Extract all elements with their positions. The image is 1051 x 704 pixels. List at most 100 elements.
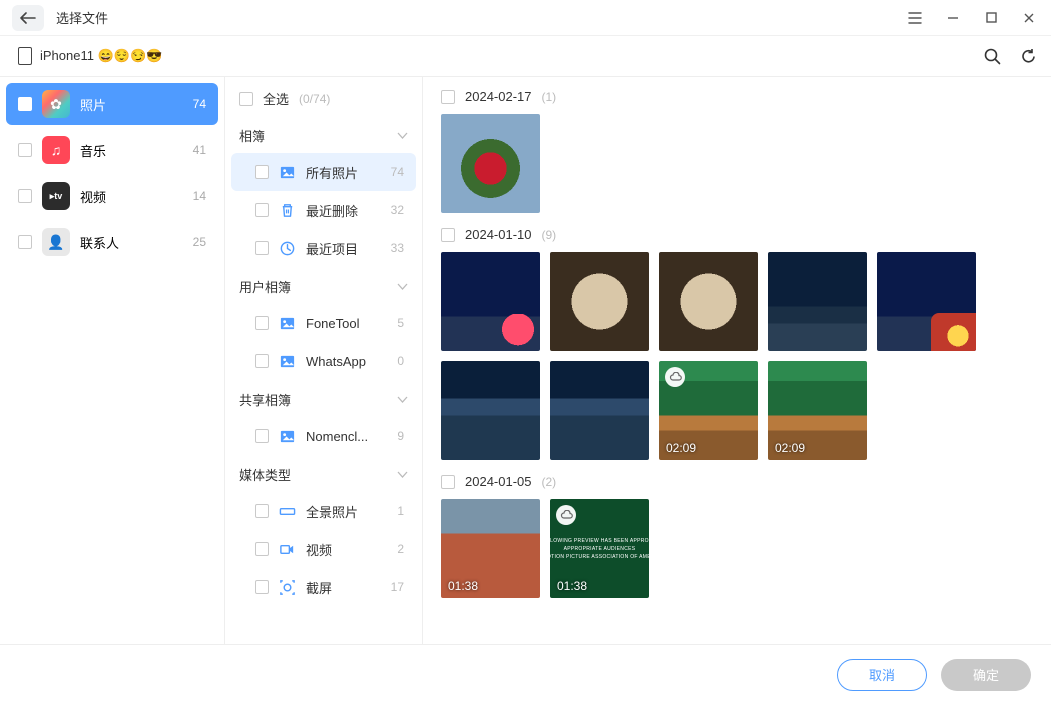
maximize-button[interactable] [973,4,1009,32]
back-button[interactable] [12,5,44,31]
section-title: 共享相簿 [239,390,397,409]
album-label: 所有照片 [306,163,381,182]
album-count: 74 [391,165,404,179]
video-duration: 02:09 [666,441,696,455]
album-count: 2 [397,542,404,556]
photo-icon [279,428,296,445]
section-title: 用户相簿 [239,277,397,296]
photo-thumbnail[interactable] [550,252,649,351]
photo-thumbnail[interactable] [659,252,758,351]
refresh-button[interactable] [1019,47,1037,65]
photo-icon [279,315,296,332]
nav-item-music[interactable]: ♫ 音乐 41 [6,129,218,171]
album-count: 0 [397,354,404,368]
album-section-head[interactable]: 用户相簿 [225,267,422,304]
nav-checkbox[interactable] [18,143,32,157]
nav-count: 41 [193,143,206,157]
album-item[interactable]: 最近项目 33 [231,229,416,267]
hamburger-icon [908,12,922,24]
album-label: WhatsApp [306,354,387,369]
date-group-head[interactable]: 2024-01-10 (9) [441,227,1033,242]
album-item[interactable]: 最近删除 32 [231,191,416,229]
album-label: 最近项目 [306,239,381,258]
nav-count: 74 [193,97,206,111]
nav-label: 联系人 [80,233,193,252]
photo-thumbnail[interactable] [441,361,540,460]
album-checkbox[interactable] [255,316,269,330]
album-checkbox[interactable] [255,429,269,443]
album-count: 5 [397,316,404,330]
cancel-button[interactable]: 取消 [837,659,927,691]
close-icon [1023,12,1035,24]
select-all-count: (0/74) [299,92,330,106]
video-icon: ▸tv [42,182,70,210]
album-checkbox[interactable] [255,504,269,518]
thumbnail-grid: 02:09 02:09 [441,252,1033,460]
album-checkbox[interactable] [255,165,269,179]
nav-checkbox[interactable] [18,97,32,111]
album-checkbox[interactable] [255,354,269,368]
window-controls [897,4,1047,32]
album-item[interactable]: FoneTool 5 [231,304,416,342]
album-checkbox[interactable] [255,241,269,255]
date-checkbox[interactable] [441,228,455,242]
album-item[interactable]: 视频 2 [231,530,416,568]
album-section-head[interactable]: 共享相簿 [225,380,422,417]
album-item[interactable]: 所有照片 74 [231,153,416,191]
date-label: 2024-01-05 [465,474,532,489]
album-item[interactable]: 截屏 17 [231,568,416,606]
album-section-head[interactable]: 相簿 [225,116,422,153]
album-checkbox[interactable] [255,542,269,556]
video-duration: 02:09 [775,441,805,455]
photo-thumbnail[interactable] [441,252,540,351]
photo-grid-panel[interactable]: 2024-02-17 (1) 2024-01-10 (9) 02:0902:09 … [422,77,1051,644]
album-count: 1 [397,504,404,518]
nav-item-video[interactable]: ▸tv 视频 14 [6,175,218,217]
nav-item-photos[interactable]: ✿ 照片 74 [6,83,218,125]
album-item[interactable]: 全景照片 1 [231,492,416,530]
cloud-badge [665,367,685,387]
select-all-row[interactable]: 全选 (0/74) [225,77,422,116]
video-thumbnail[interactable]: 02:09 [768,361,867,460]
nav-checkbox[interactable] [18,235,32,249]
video-duration: 01:38 [448,579,478,593]
select-all-checkbox[interactable] [239,92,253,106]
album-item[interactable]: WhatsApp 0 [231,342,416,380]
device-name: iPhone11 😄😌😏😎 [40,48,162,64]
album-item[interactable]: Nomencl... 9 [231,417,416,455]
date-group-head[interactable]: 2024-01-05 (2) [441,474,1033,489]
chevron-down-icon [397,396,408,404]
date-group-head[interactable]: 2024-02-17 (1) [441,89,1033,104]
ok-button[interactable]: 确定 [941,659,1031,691]
album-checkbox[interactable] [255,203,269,217]
section-title: 相簿 [239,126,397,145]
search-button[interactable] [983,47,1001,65]
nav-label: 音乐 [80,141,193,160]
minimize-button[interactable] [935,4,971,32]
minimize-icon [947,12,959,24]
album-section-head[interactable]: 媒体类型 [225,455,422,492]
video-thumbnail[interactable]: OLLOWING PREVIEW HAS BEEN APPROVEAPPROPR… [550,499,649,598]
date-checkbox[interactable] [441,90,455,104]
album-label: 全景照片 [306,502,387,521]
album-count: 33 [391,241,404,255]
nav-item-contacts[interactable]: 👤 联系人 25 [6,221,218,263]
music-icon: ♫ [42,136,70,164]
date-checkbox[interactable] [441,475,455,489]
album-checkbox[interactable] [255,580,269,594]
video-thumbnail[interactable]: 01:38 [441,499,540,598]
photo-thumbnail[interactable] [550,361,649,460]
chevron-down-icon [397,471,408,479]
photo-thumbnail[interactable] [768,252,867,351]
photo-thumbnail[interactable] [877,252,976,351]
hamburger-button[interactable] [897,4,933,32]
clock-icon [279,240,296,257]
nav-checkbox[interactable] [18,189,32,203]
overlay-graphic [499,314,537,348]
close-button[interactable] [1011,4,1047,32]
photo-thumbnail[interactable] [441,114,540,213]
arrow-left-icon [20,11,36,25]
video-thumbnail[interactable]: 02:09 [659,361,758,460]
photo-icon [279,164,296,181]
album-label: Nomencl... [306,429,387,444]
